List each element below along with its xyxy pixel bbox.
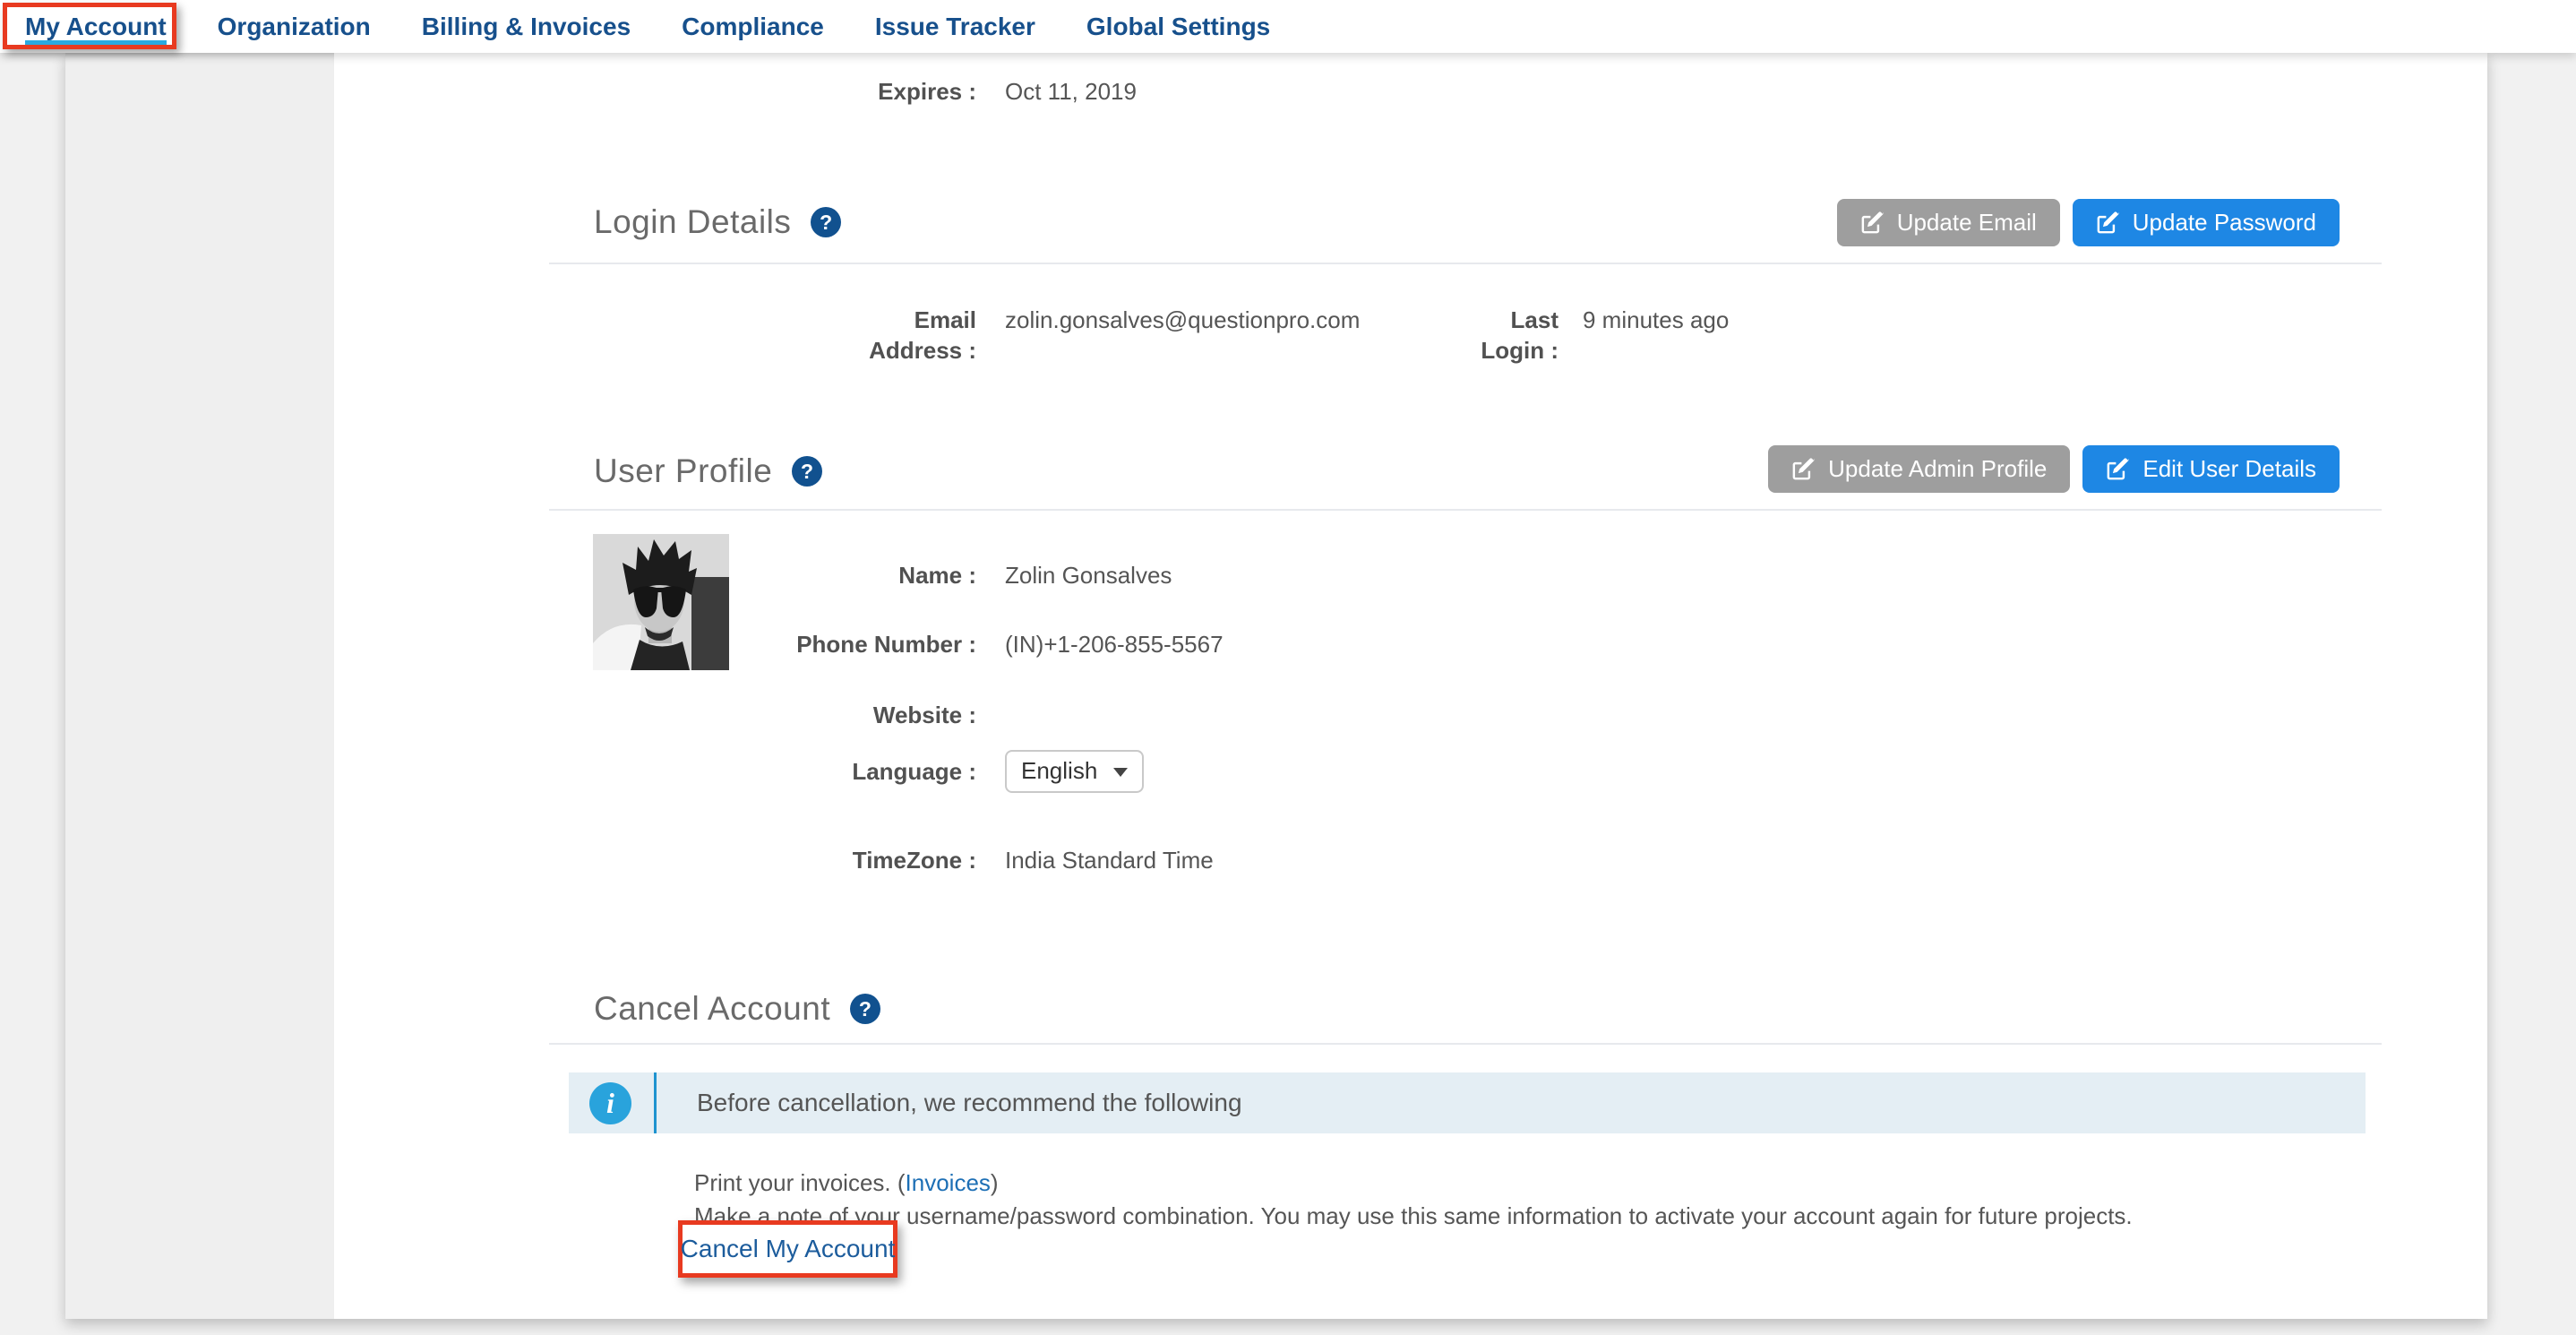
cancel-my-account-link[interactable]: Cancel My Account <box>681 1235 896 1263</box>
update-email-button[interactable]: Update Email <box>1837 199 2060 246</box>
cancel-account-section-title: Cancel Account ? <box>594 990 880 1028</box>
language-selected-value: English <box>1021 755 1097 786</box>
expires-row: Expires : Oct 11, 2019 <box>549 76 2382 107</box>
email-address-label: Email Address : <box>549 305 976 366</box>
expires-label: Expires : <box>549 76 976 107</box>
main-panel: Expires : Oct 11, 2019 Login Details ? U… <box>334 53 2487 1319</box>
page: My Account Organization Billing & Invoic… <box>0 0 2576 1335</box>
edit-icon <box>1860 211 1884 235</box>
info-icon: i <box>589 1082 631 1124</box>
annotation-box-cancel-account: Cancel My Account <box>678 1220 897 1278</box>
language-label: Language : <box>549 756 976 787</box>
update-password-button[interactable]: Update Password <box>2073 199 2340 246</box>
name-value: Zolin Gonsalves <box>1005 560 1172 590</box>
invoices-line: Print your invoices. (Invoices) <box>694 1167 2133 1200</box>
tab-my-account-label: My Account <box>25 13 167 41</box>
language-cell: English <box>1005 750 1144 793</box>
edit-icon <box>2096 211 2119 235</box>
language-select[interactable]: English <box>1005 750 1144 793</box>
tab-organization[interactable]: Organization <box>218 0 371 53</box>
login-details-actions: Update Email Update Password <box>1837 199 2340 246</box>
last-login-label: Last Login : <box>1424 305 1558 366</box>
edit-user-details-button[interactable]: Edit User Details <box>2082 445 2340 493</box>
help-icon[interactable]: ? <box>811 207 841 237</box>
language-row: Language : English <box>549 750 2382 793</box>
phone-number-value: (IN)+1-206-855-5567 <box>1005 629 1224 659</box>
section-divider <box>549 1043 2382 1045</box>
help-icon[interactable]: ? <box>792 456 822 487</box>
user-profile-actions: Update Admin Profile Edit User Details <box>1768 445 2340 493</box>
notice-text: Before cancellation, we recommend the fo… <box>697 1089 1242 1117</box>
sidebar-panel <box>65 53 334 1319</box>
name-label: Name : <box>549 560 976 590</box>
timezone-row: TimeZone : India Standard Time <box>549 845 2382 875</box>
tab-issue-tracker[interactable]: Issue Tracker <box>875 0 1035 53</box>
edit-icon <box>2106 458 2129 481</box>
section-divider <box>549 263 2382 264</box>
email-row: Email Address : zolin.gonsalves@question… <box>549 305 2382 366</box>
tab-compliance[interactable]: Compliance <box>682 0 824 53</box>
notice-vertical-divider <box>654 1072 657 1133</box>
caret-down-icon <box>1113 768 1128 777</box>
content-card: Expires : Oct 11, 2019 Login Details ? U… <box>65 53 2487 1319</box>
tab-my-account[interactable]: My Account <box>25 0 167 53</box>
last-login-group: Last Login : 9 minutes ago <box>1424 305 1729 366</box>
website-row: Website : <box>549 700 2382 730</box>
user-profile-section-title: User Profile ? <box>594 452 822 490</box>
note-line: Make a note of your username/password co… <box>694 1200 2133 1233</box>
active-tab-indicator <box>25 40 167 46</box>
update-admin-profile-button[interactable]: Update Admin Profile <box>1768 445 2070 493</box>
email-address-value: zolin.gonsalves@questionpro.com <box>1005 305 1360 335</box>
invoices-link[interactable]: Invoices <box>906 1169 991 1196</box>
tab-billing-invoices[interactable]: Billing & Invoices <box>422 0 631 53</box>
tab-global-settings[interactable]: Global Settings <box>1086 0 1270 53</box>
edit-icon <box>1791 458 1815 481</box>
timezone-value: India Standard Time <box>1005 845 1214 875</box>
website-label: Website : <box>549 700 976 730</box>
cancellation-notice-box: i Before cancellation, we recommend the … <box>569 1072 2366 1133</box>
name-row: Name : Zolin Gonsalves <box>549 560 2382 590</box>
top-navigation: My Account Organization Billing & Invoic… <box>0 0 2576 53</box>
timezone-label: TimeZone : <box>549 845 976 875</box>
last-login-value: 9 minutes ago <box>1583 305 1729 335</box>
expires-value: Oct 11, 2019 <box>1005 76 1137 107</box>
cancellation-instructions: Print your invoices. (Invoices) Make a n… <box>694 1167 2133 1233</box>
phone-number-label: Phone Number : <box>549 629 976 659</box>
help-icon[interactable]: ? <box>850 994 880 1024</box>
login-details-section-title: Login Details ? <box>594 203 841 241</box>
section-divider <box>549 509 2382 511</box>
phone-row: Phone Number : (IN)+1-206-855-5567 <box>549 629 2382 659</box>
